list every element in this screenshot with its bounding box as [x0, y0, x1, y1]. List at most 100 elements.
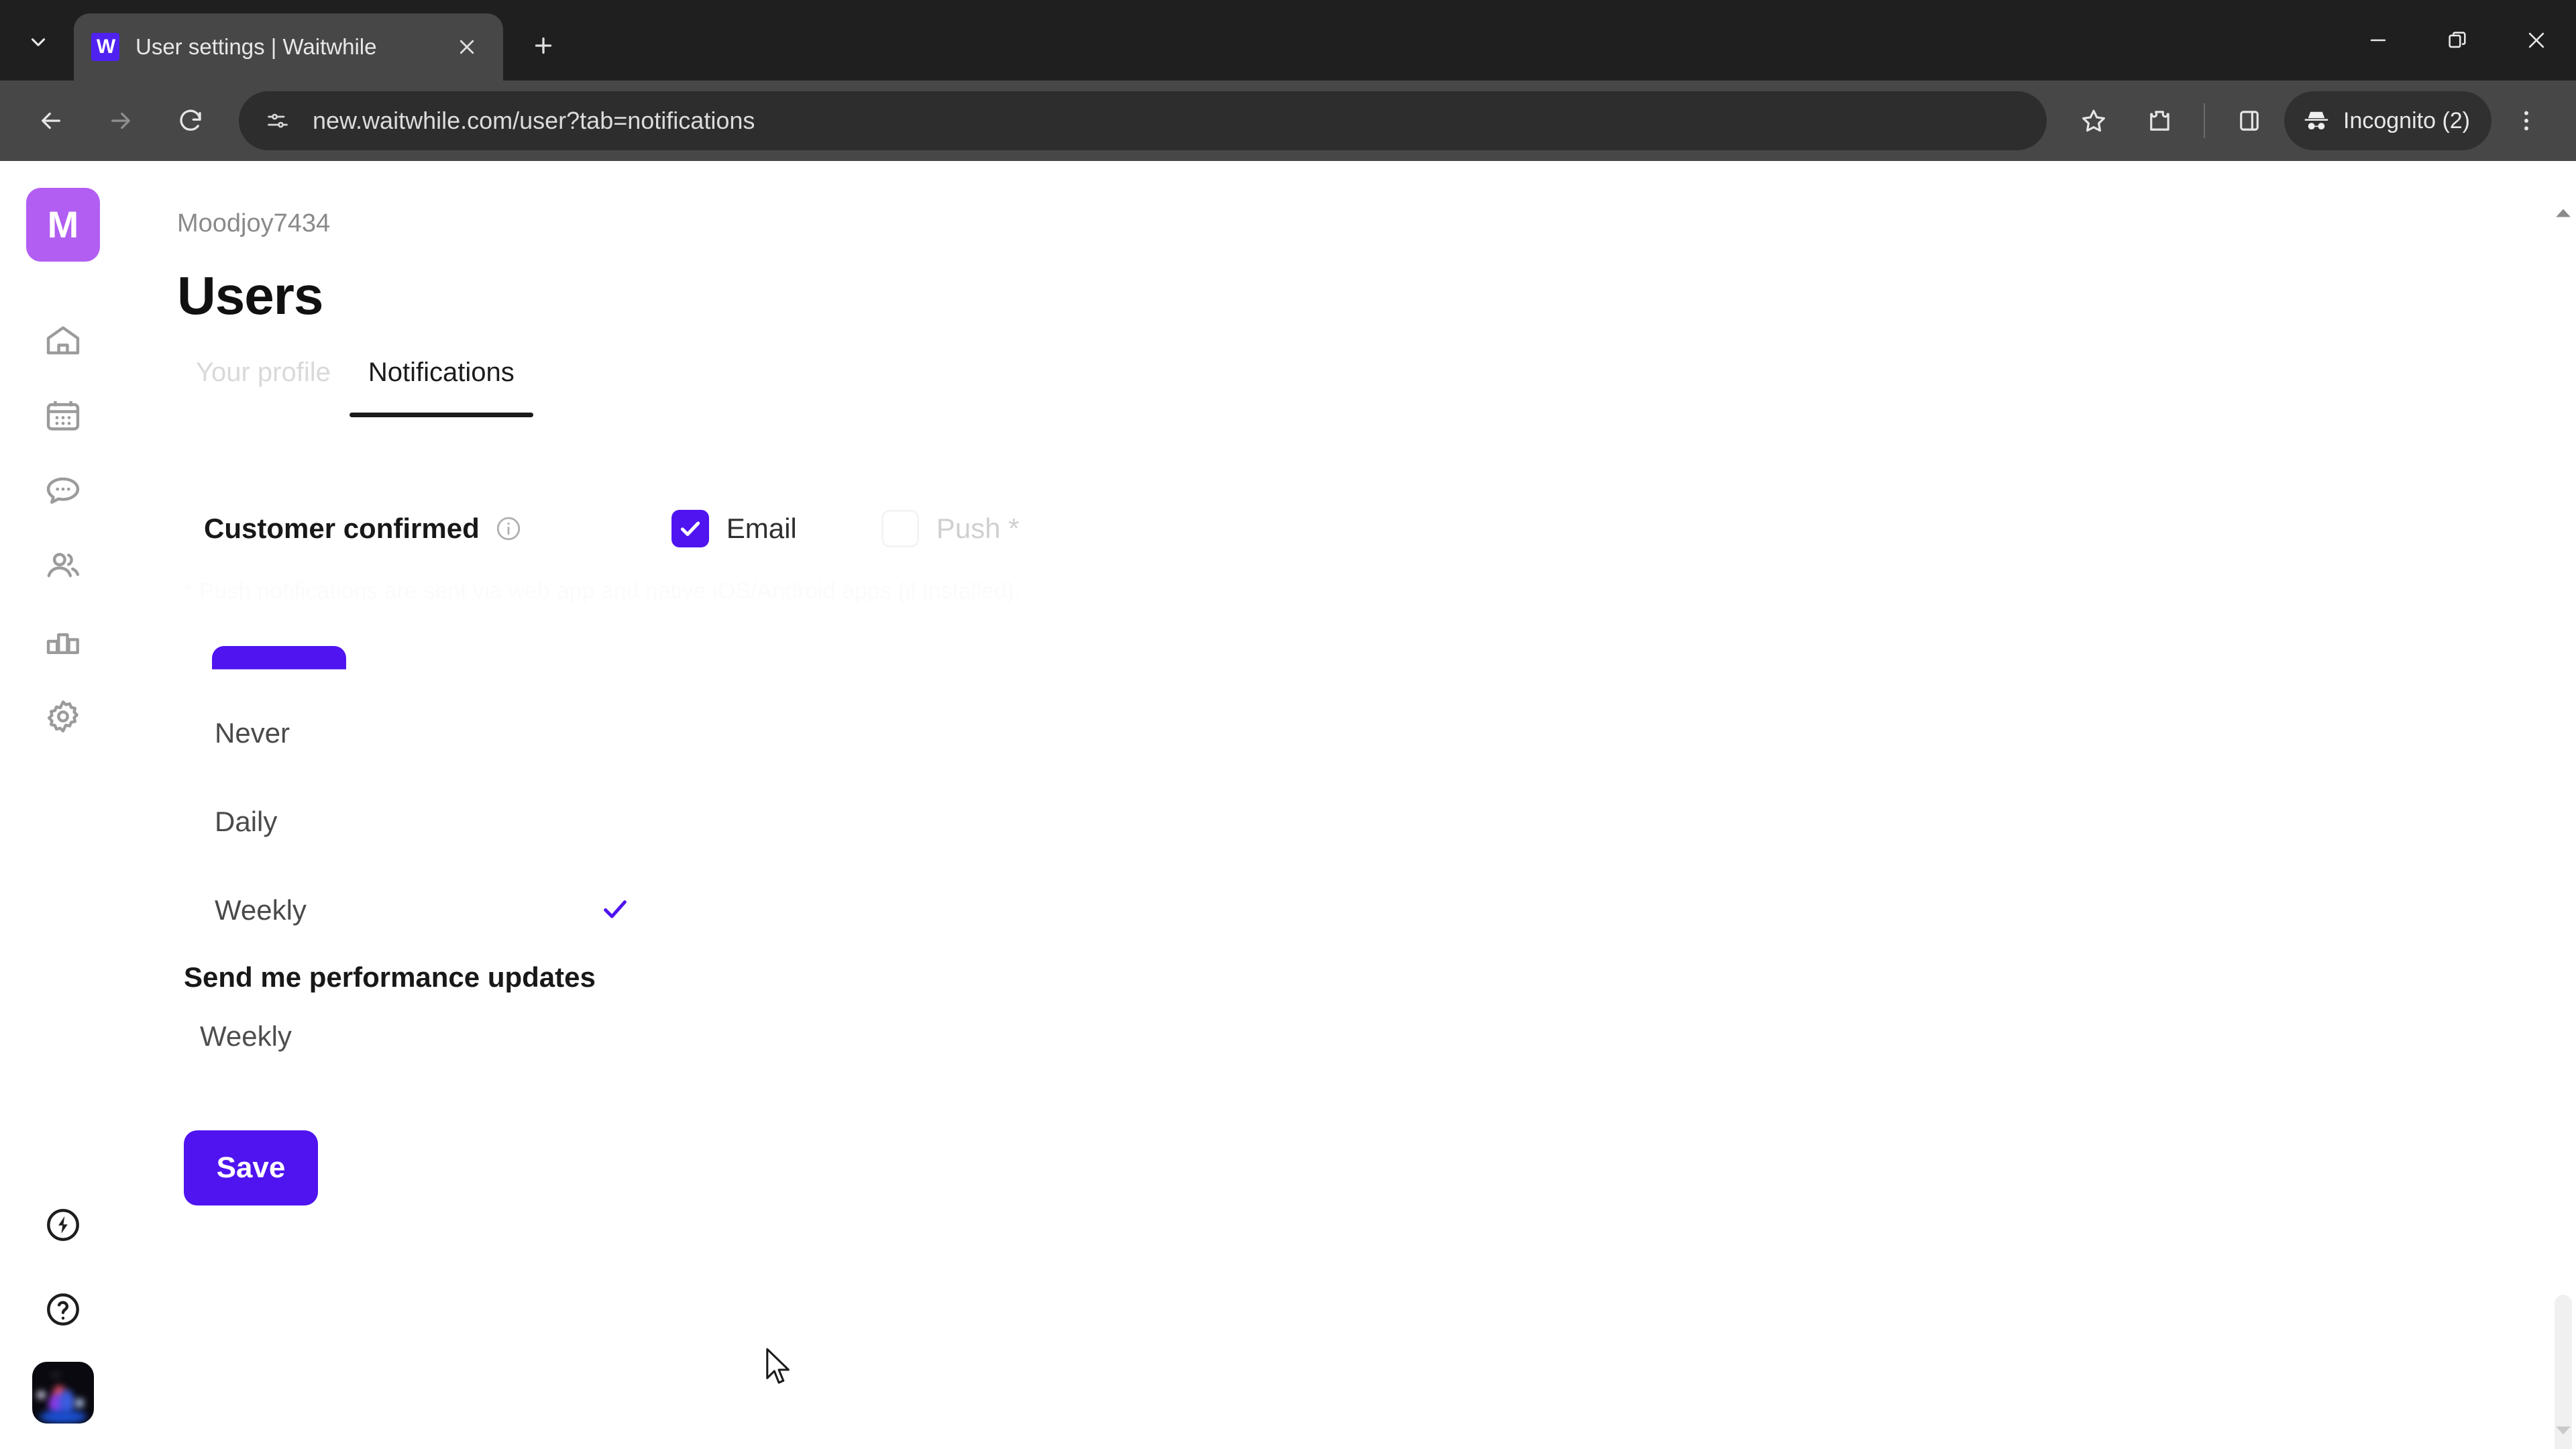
performance-updates-select[interactable]: Weekly	[184, 1020, 680, 1053]
extension-icon	[2150, 111, 2169, 131]
tab-strip: W User settings | Waitwhile	[0, 0, 2576, 80]
calendar-icon	[46, 401, 80, 431]
tab-notifications[interactable]: Notifications	[349, 358, 533, 417]
arrow-left-icon	[42, 112, 60, 129]
check-icon	[680, 521, 700, 536]
tab-your-profile-label: Your profile	[196, 358, 331, 387]
channel-email[interactable]: Email	[671, 510, 797, 547]
page-viewport: M Moodjoy7434 Users Your profile Notific…	[0, 161, 2576, 1449]
sidebar-item-analytics[interactable]	[25, 604, 101, 679]
sidebar-item-whats-new[interactable]	[31, 1193, 95, 1257]
tab-notifications-label: Notifications	[368, 358, 515, 387]
channel-push[interactable]: Push *	[881, 510, 1020, 547]
page-title: Users	[177, 266, 323, 325]
home-icon	[46, 326, 80, 355]
sidebar-item-messages[interactable]	[25, 453, 101, 529]
dropdown-option-daily-label: Daily	[215, 806, 278, 837]
dropdown-option-weekly[interactable]: Weekly	[208, 866, 664, 955]
chevron-up-icon	[2556, 209, 2571, 217]
minimize-button[interactable]	[2339, 0, 2418, 80]
sidebar-item-settings[interactable]	[25, 679, 101, 754]
page-scrollbar[interactable]	[2551, 161, 2576, 1449]
bar-chart-icon	[46, 633, 79, 654]
sidebar-item-home[interactable]	[25, 303, 101, 378]
reload-button[interactable]	[158, 89, 223, 153]
browser-toolbar: new.waitwhile.com/user?tab=notifications…	[0, 80, 2576, 161]
settings-tabs: Your profile Notifications	[177, 358, 2576, 417]
toolbar-right-actions: Incognito (2)	[2063, 90, 2557, 152]
bookmark-button[interactable]	[2063, 90, 2125, 152]
site-info-button[interactable]	[260, 103, 295, 138]
browser-menu-button[interactable]	[2496, 90, 2557, 152]
reload-icon	[180, 109, 201, 131]
chevron-down-icon	[2556, 1426, 2571, 1435]
avatar[interactable]	[32, 1362, 94, 1424]
side-panel-icon	[2240, 111, 2259, 131]
tune-icon	[268, 113, 288, 128]
star-icon	[2082, 109, 2105, 132]
minimize-icon	[2370, 39, 2386, 42]
workspace-logo-letter: M	[47, 203, 79, 246]
check-icon	[604, 900, 627, 918]
sidebar-item-calendar[interactable]	[25, 378, 101, 453]
save-button[interactable]: Save	[184, 1130, 318, 1205]
dropdown-option-daily[interactable]: Daily	[208, 777, 664, 866]
toolbar-divider	[2204, 103, 2205, 138]
forward-button[interactable]	[89, 89, 153, 153]
help-icon	[47, 1293, 79, 1326]
close-icon	[2528, 32, 2544, 48]
restore-icon	[2449, 32, 2466, 48]
push-checkbox[interactable]	[881, 510, 919, 547]
email-label: Email	[726, 513, 797, 544]
browser-window: W User settings | Waitwhile new.waitwhil…	[0, 0, 2576, 1449]
notification-channels: Email Push *	[671, 510, 1020, 547]
info-icon[interactable]	[494, 515, 523, 543]
side-panel-button[interactable]	[2218, 90, 2280, 152]
push-footnote: * Push notifications are sent via web ap…	[184, 578, 1021, 604]
window-controls	[2339, 0, 2576, 80]
incognito-icon	[2304, 111, 2328, 130]
performance-updates-value: Weekly	[200, 1020, 292, 1052]
performance-updates-label: Send me performance updates	[184, 961, 596, 993]
avatar-image	[32, 1362, 94, 1424]
browser-tab[interactable]: W User settings | Waitwhile	[74, 13, 503, 80]
scroll-down-arrow[interactable]	[2551, 1418, 2576, 1444]
frequency-dropdown-menu: Never Daily Weekly	[208, 689, 664, 955]
dropdown-trigger-pill[interactable]	[212, 646, 346, 669]
url-text: new.waitwhile.com/user?tab=notifications	[313, 107, 755, 134]
scroll-up-arrow[interactable]	[2551, 200, 2576, 225]
dropdown-option-weekly-label: Weekly	[215, 894, 307, 926]
profile-button[interactable]: Incognito (2)	[2284, 91, 2491, 150]
workspace-logo[interactable]: M	[26, 188, 100, 262]
tab-your-profile[interactable]: Your profile	[177, 358, 350, 417]
dropdown-option-never[interactable]: Never	[208, 689, 664, 777]
close-icon	[460, 40, 474, 54]
dropdown-option-never-label: Never	[215, 717, 290, 749]
selected-check-icon	[600, 894, 631, 928]
arrow-right-icon	[111, 112, 130, 129]
tab-search-button[interactable]	[9, 13, 67, 71]
extensions-button[interactable]	[2129, 90, 2190, 152]
sidebar-item-help[interactable]	[31, 1277, 95, 1342]
new-tab-button[interactable]	[518, 20, 569, 71]
email-checkbox[interactable]	[671, 510, 709, 547]
close-tab-button[interactable]	[448, 28, 486, 66]
lightning-bolt-icon	[47, 1209, 79, 1241]
close-window-button[interactable]	[2497, 0, 2576, 80]
chevron-down-icon	[31, 38, 46, 46]
main-content: Moodjoy7434 Users Your profile Notificat…	[126, 161, 2576, 1449]
maximize-button[interactable]	[2418, 0, 2497, 80]
address-bar[interactable]: new.waitwhile.com/user?tab=notifications	[239, 91, 2047, 150]
people-icon	[47, 553, 80, 578]
profile-label: Incognito (2)	[2343, 107, 2470, 133]
back-button[interactable]	[19, 89, 83, 153]
save-button-label: Save	[216, 1151, 286, 1184]
waitwhile-favicon: W	[91, 33, 119, 61]
favicon-letter: W	[96, 36, 115, 58]
tab-title: User settings | Waitwhile	[136, 34, 377, 59]
app-sidebar: M	[0, 161, 126, 1449]
info-circle-icon	[496, 517, 520, 541]
customer-confirmed-label: Customer confirmed	[204, 513, 480, 544]
chat-bubble-icon	[46, 477, 80, 504]
sidebar-item-customers[interactable]	[25, 529, 101, 604]
